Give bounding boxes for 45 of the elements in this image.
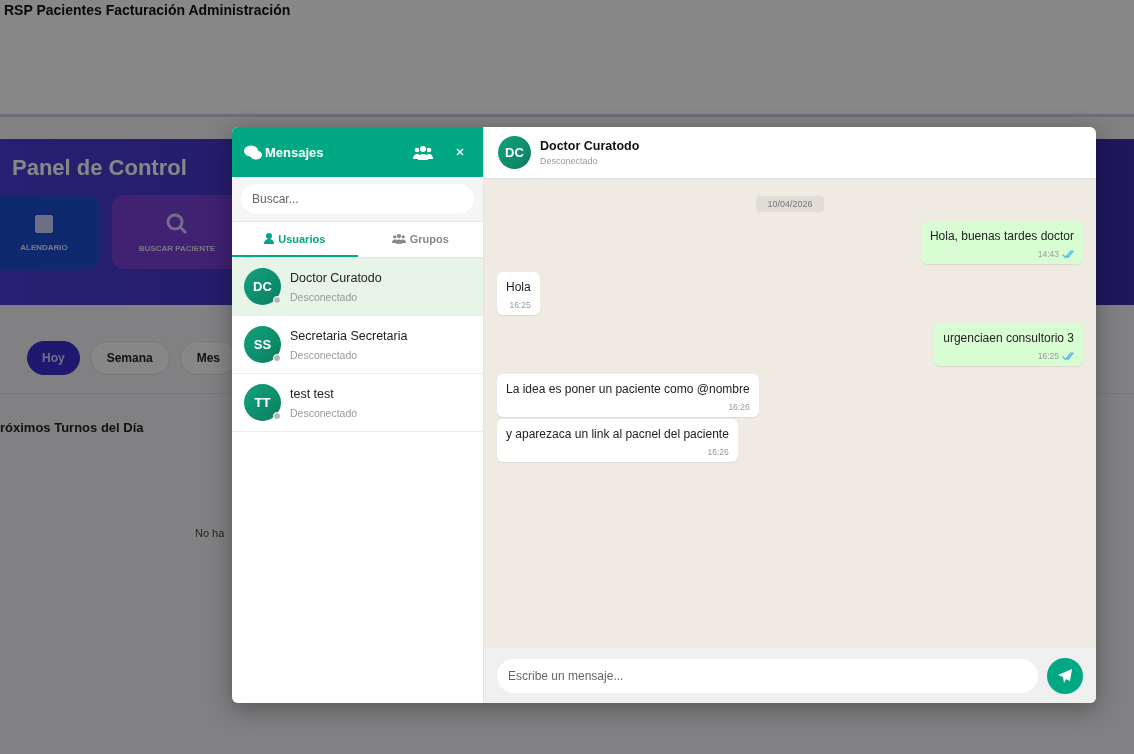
message-text: urgenciaen consultorio 3 — [943, 331, 1074, 345]
nav-menu-text: RSP Pacientes Facturación Administración — [4, 2, 291, 18]
panel-title: Mensajes — [265, 144, 324, 160]
group-icon[interactable] — [413, 144, 433, 160]
empty-text: No ha — [195, 527, 225, 539]
avatar: TT — [244, 384, 281, 421]
message-text: La idea es poner un paciente como @nombre — [506, 382, 750, 396]
date-badge: 10/04/2026 — [756, 196, 824, 212]
avatar: DC — [498, 136, 531, 169]
message-time: 16:25 — [509, 300, 531, 310]
contact-item[interactable]: TT test test Desconectado — [232, 374, 483, 432]
tab[interactable]: Usuarios — [232, 222, 358, 257]
send-icon — [1057, 667, 1073, 684]
contact-status: Desconectado — [290, 348, 359, 361]
search-icon — [165, 211, 189, 236]
message-text: Hola — [506, 280, 531, 294]
dashboard-title: Panel de Control — [12, 155, 187, 181]
message-time: 16:26 — [707, 447, 729, 457]
close-icon[interactable] — [456, 148, 464, 156]
contact-item[interactable]: DC Doctor Curatodo Desconectado — [232, 258, 483, 316]
search-field[interactable]: Buscar... — [241, 184, 474, 214]
contact-status: Desconectado — [290, 406, 358, 419]
section-title: róximos Turnos del Día — [0, 420, 144, 435]
contact-item[interactable]: SS Secretaria Secretaria Desconectado — [232, 316, 483, 374]
message-input[interactable]: Escribe un mensaje... — [497, 658, 1038, 693]
message-text: y aparezaca un link al pacnel del paciente — [506, 427, 729, 441]
shortcut-card[interactable]: ALENDARIO — [0, 195, 100, 269]
contact-name: test test — [290, 386, 335, 401]
avatar: SS — [244, 326, 281, 363]
conversation-name: Doctor Curatodo — [540, 139, 640, 153]
contact-status: Desconectado — [290, 290, 359, 303]
message-text: Hola, buenas tardes doctor — [929, 229, 1074, 243]
message-time: 16:26 — [728, 402, 750, 412]
message-time: 16:25 — [1037, 351, 1059, 361]
contact-name: Secretaria Secretaria — [290, 328, 408, 343]
conversation-status: Desconectado — [540, 156, 599, 166]
person-icon — [264, 233, 275, 244]
group-icon — [391, 233, 406, 244]
filter-tab[interactable]: Semana — [89, 341, 170, 375]
chat-bubbles-icon — [244, 144, 262, 160]
message-time: 14:43 — [1037, 249, 1059, 259]
avatar: DC — [244, 268, 281, 305]
contact-name: Doctor Curatodo — [290, 270, 382, 285]
send-button[interactable] — [1047, 657, 1083, 694]
filter-tab[interactable]: Hoy — [27, 341, 80, 375]
